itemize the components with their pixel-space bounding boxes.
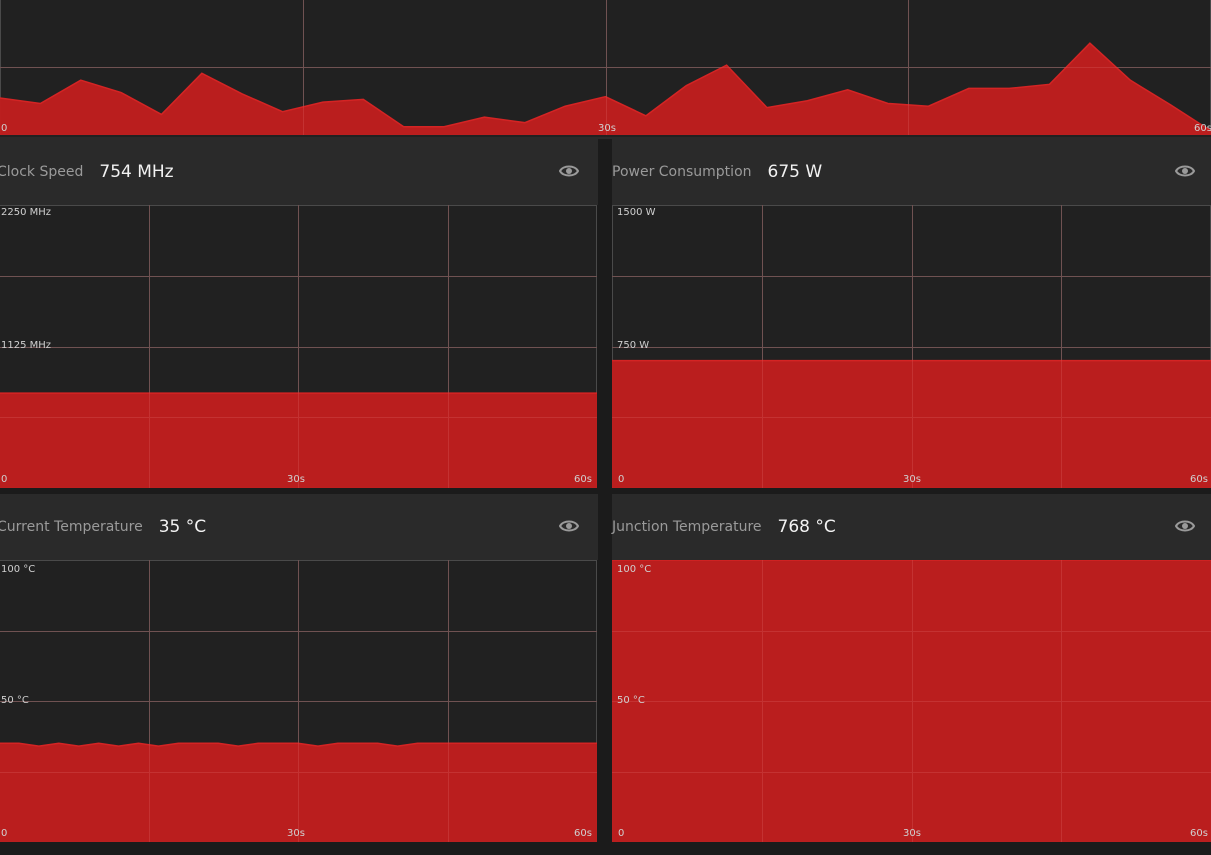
- ctemp-x-label-30s: 30s: [287, 828, 305, 839]
- clock-speed-header: Clock Speed 754 MHz: [0, 139, 598, 205]
- clock-speed-chart: 2250 MHz 1125 MHz 0 30s 60s: [0, 205, 597, 488]
- top-x-label-30s: 30s: [598, 123, 616, 134]
- clock-x-label-30s: 30s: [287, 474, 305, 485]
- svg-top-area: [0, 43, 1211, 135]
- clock-x-label-0: 0: [1, 474, 8, 485]
- current-temp-value: 35 °C: [158, 517, 207, 537]
- clock-speed-title: Clock Speed: [0, 164, 84, 180]
- ctemp-x-label-60s: 60s: [574, 828, 592, 839]
- power-x-label-0: 0: [618, 474, 625, 485]
- junction-temp-value: 768 °C: [777, 517, 836, 537]
- junction-temp-chart-svg: [612, 560, 1211, 842]
- jtemp-x-label-0: 0: [618, 828, 625, 839]
- jtemp-x-label-60s: 60s: [1190, 828, 1208, 839]
- ctemp-y-label-max: 100 °C: [1, 564, 36, 575]
- ctemp-y-label-mid: 50 °C: [1, 695, 29, 706]
- junction-temp-title: Junction Temperature: [612, 519, 762, 535]
- top-chart-svg: [0, 0, 1211, 135]
- power-x-label-60s: 60s: [1190, 474, 1208, 485]
- clock-y-label-mid: 1125 MHz: [1, 340, 52, 351]
- power-header: Power Consumption 675 W: [612, 139, 1211, 205]
- current-temp-header: Current Temperature 35 °C: [0, 494, 598, 560]
- ctemp-x-label-0: 0: [1, 828, 8, 839]
- eye-icon[interactable]: [1175, 161, 1195, 181]
- jtemp-y-label-max: 100 °C: [617, 564, 652, 575]
- svg-power-area: [612, 360, 1211, 488]
- clock-speed-chart-svg: [0, 205, 597, 488]
- current-temp-chart-svg: [0, 560, 597, 842]
- power-x-label-30s: 30s: [903, 474, 921, 485]
- jtemp-y-label-mid: 50 °C: [617, 695, 645, 706]
- junction-temp-chart: 100 °C 50 °C 0 30s 60s: [612, 560, 1211, 842]
- power-value: 675 W: [767, 162, 823, 182]
- eye-icon[interactable]: [559, 161, 579, 181]
- clock-y-label-max: 2250 MHz: [1, 207, 52, 218]
- clock-speed-value: 754 MHz: [99, 162, 174, 182]
- clock-x-label-60s: 60s: [574, 474, 592, 485]
- jtemp-x-label-30s: 30s: [903, 828, 921, 839]
- current-temp-title: Current Temperature: [0, 519, 143, 535]
- power-y-label-max: 1500 W: [617, 207, 656, 218]
- current-temp-chart: 100 °C 50 °C 0 30s 60s: [0, 560, 597, 842]
- power-y-label-mid: 750 W: [617, 340, 650, 351]
- top-x-label-0: 0: [1, 123, 8, 134]
- eye-icon[interactable]: [559, 516, 579, 536]
- junction-temp-header: Junction Temperature 768 °C: [612, 494, 1211, 560]
- power-title: Power Consumption: [612, 164, 752, 180]
- eye-icon[interactable]: [1175, 516, 1195, 536]
- power-chart-svg: [612, 205, 1211, 488]
- power-chart: 1500 W 750 W 0 30s 60s: [612, 205, 1211, 488]
- top-x-label-60s: 60s: [1194, 123, 1211, 134]
- top-chart: 0 30s 60s: [0, 0, 1211, 137]
